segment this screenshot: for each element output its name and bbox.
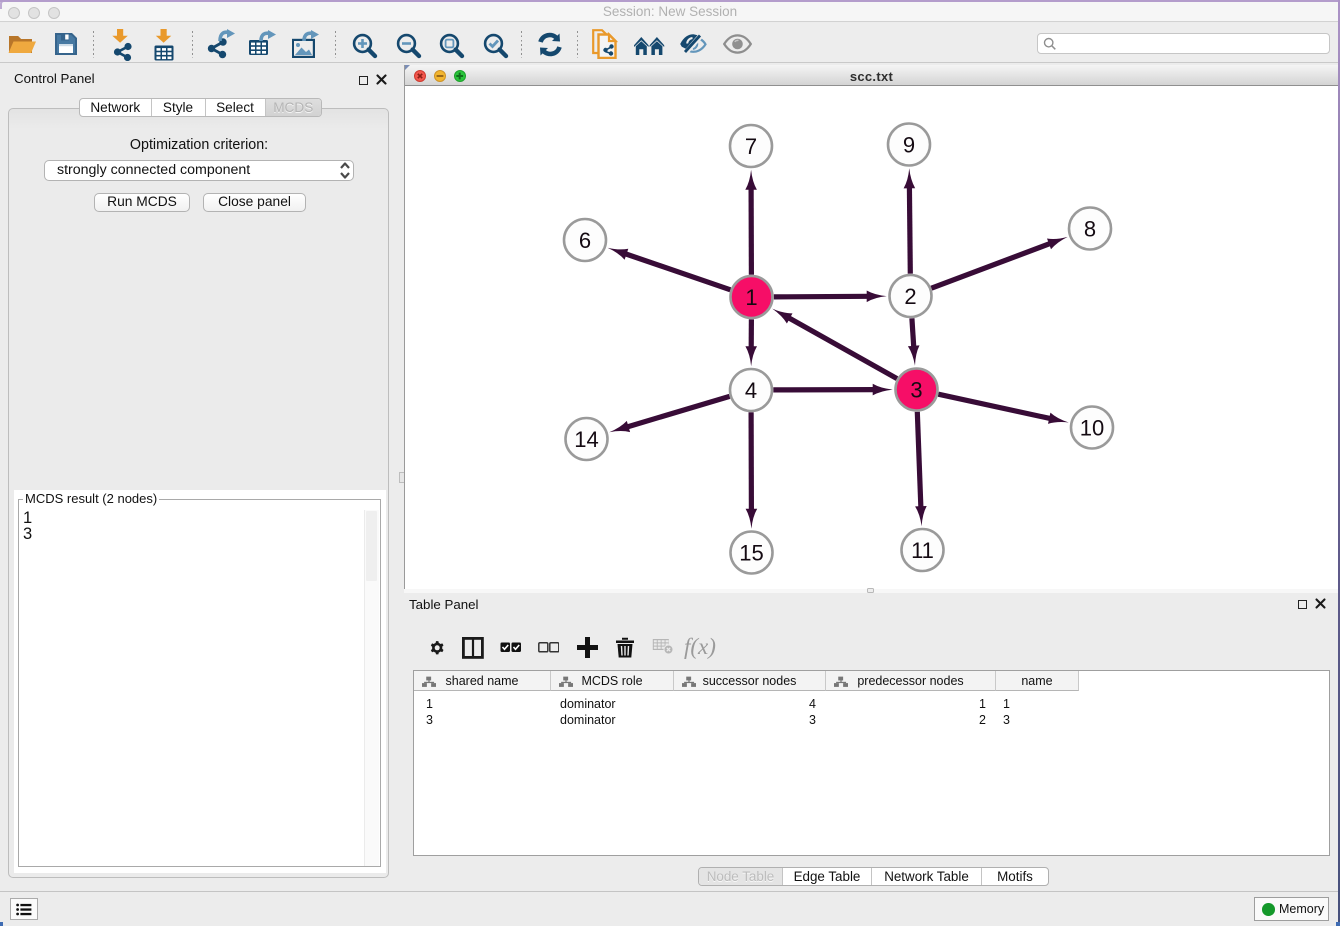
svg-text:4: 4 — [745, 378, 757, 403]
svg-text:2: 2 — [904, 284, 916, 309]
svg-text:8: 8 — [1084, 216, 1096, 241]
svg-text:10: 10 — [1080, 415, 1104, 440]
svg-text:6: 6 — [579, 228, 591, 253]
svg-text:14: 14 — [574, 427, 598, 452]
svg-text:11: 11 — [911, 538, 934, 563]
svg-text:15: 15 — [739, 540, 763, 565]
svg-text:7: 7 — [745, 134, 757, 159]
svg-text:9: 9 — [903, 132, 915, 157]
svg-text:3: 3 — [910, 377, 922, 402]
svg-text:1: 1 — [745, 285, 757, 310]
